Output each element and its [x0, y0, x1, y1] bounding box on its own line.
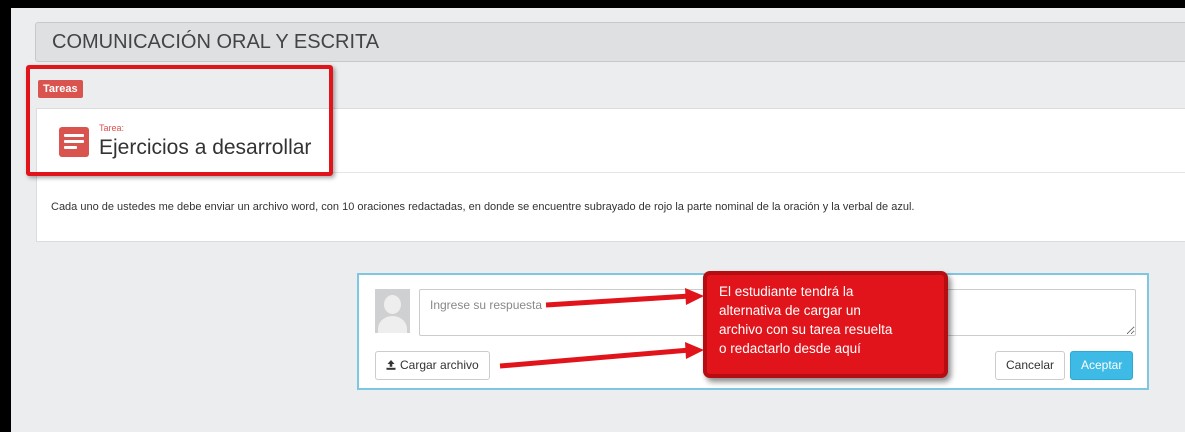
annotation-callout: El estudiante tendrá la alternativa de c…: [703, 271, 948, 378]
annotation-line: archivo con su tarea resuelta: [719, 322, 893, 337]
arrow-to-upload: [499, 347, 691, 369]
arrowhead-icon: [685, 342, 704, 359]
annotation-line: alternativa de cargar un: [719, 303, 861, 318]
annotation-line: o redactarlo desde aquí: [719, 341, 861, 356]
annotation-arrows: [499, 288, 704, 369]
annotation-line: El estudiante tendrá la: [719, 284, 854, 299]
arrowhead-icon: [685, 288, 704, 305]
arrow-to-input: [545, 293, 691, 308]
